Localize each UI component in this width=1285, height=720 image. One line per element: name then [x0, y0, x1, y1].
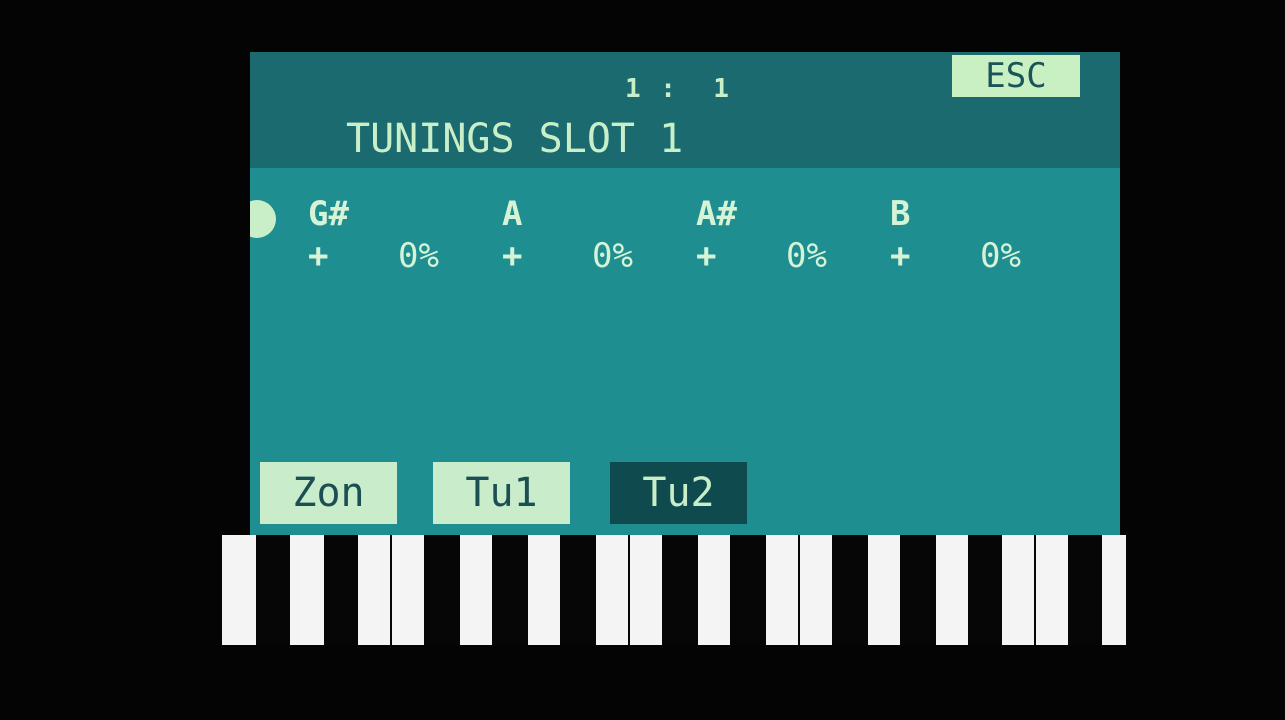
note-value: 0%	[786, 236, 827, 276]
note-value: 0%	[980, 236, 1021, 276]
note-sign: +	[502, 236, 523, 276]
piano-key[interactable]	[460, 535, 492, 645]
note-name: B	[890, 194, 911, 234]
header-bar: 1 : 1 TUNINGS SLOT 1 ESC	[250, 52, 1120, 168]
note-name: A	[502, 194, 523, 234]
note-sign: +	[308, 236, 329, 276]
piano-key[interactable]	[936, 535, 968, 645]
piano-keyboard	[220, 535, 1128, 645]
position-readout: 1 : 1	[625, 74, 731, 104]
lcd-screen: 1 : 1 TUNINGS SLOT 1 ESC G# + 0% A + 0% …	[250, 52, 1120, 542]
tab-zon[interactable]: Zon	[260, 462, 397, 524]
note-value: 0%	[398, 236, 439, 276]
piano-key[interactable]	[766, 535, 798, 645]
cursor-indicator-icon	[250, 200, 276, 238]
note-value: 0%	[592, 236, 633, 276]
piano-key[interactable]	[528, 535, 560, 645]
piano-key[interactable]	[698, 535, 730, 645]
device-bezel: 1 : 1 TUNINGS SLOT 1 ESC G# + 0% A + 0% …	[0, 0, 1285, 720]
tab-tu2[interactable]: Tu2	[610, 462, 747, 524]
piano-key[interactable]	[1036, 535, 1068, 645]
piano-key[interactable]	[630, 535, 662, 645]
note-sign: +	[696, 236, 717, 276]
note-tuning-asharp[interactable]: A# + 0%	[696, 194, 886, 284]
piano-key[interactable]	[596, 535, 628, 645]
note-name: G#	[308, 194, 349, 234]
page-title: TUNINGS SLOT 1	[346, 116, 684, 162]
piano-key[interactable]	[222, 535, 256, 645]
note-tuning-a[interactable]: A + 0%	[502, 194, 692, 284]
piano-key[interactable]	[1002, 535, 1034, 645]
note-tuning-b[interactable]: B + 0%	[890, 194, 1080, 284]
piano-key[interactable]	[290, 535, 324, 645]
piano-key[interactable]	[392, 535, 424, 645]
piano-key[interactable]	[358, 535, 390, 645]
piano-key[interactable]	[1102, 535, 1126, 645]
piano-key[interactable]	[800, 535, 832, 645]
esc-button[interactable]: ESC	[952, 55, 1080, 97]
piano-key[interactable]	[868, 535, 900, 645]
note-sign: +	[890, 236, 911, 276]
note-tuning-gsharp[interactable]: G# + 0%	[308, 194, 498, 284]
tab-tu1[interactable]: Tu1	[433, 462, 570, 524]
note-name: A#	[696, 194, 737, 234]
